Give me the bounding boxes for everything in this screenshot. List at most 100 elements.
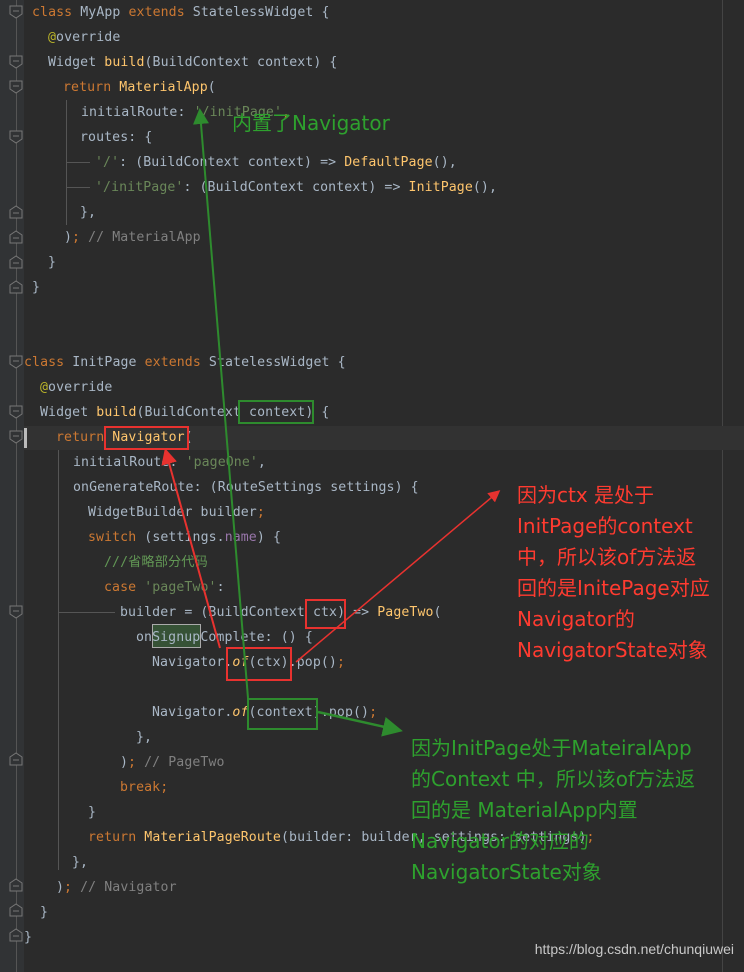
code-line[interactable]: return MaterialApp( xyxy=(63,75,216,100)
code-text: StatelessWidget { xyxy=(184,5,330,20)
fold-collapse-icon[interactable] xyxy=(9,605,23,619)
code-text: (settings. xyxy=(136,530,225,545)
annotation-red-explanation: 因为ctx 是处于 InitPage的context 中，所以该of方法返 回的… xyxy=(517,483,710,662)
code-line[interactable]: } xyxy=(88,800,96,825)
fold-expand-end-icon[interactable] xyxy=(9,230,23,244)
code-line[interactable]: WidgetBuilder builder; xyxy=(88,500,265,525)
punctuation: ; xyxy=(72,230,81,245)
watermark: https://blog.csdn.net/chunqiuwei xyxy=(534,941,734,957)
keyword: break xyxy=(120,780,161,795)
punctuation: ; xyxy=(64,880,73,895)
keyword: extends xyxy=(144,355,201,370)
fold-collapse-icon[interactable] xyxy=(9,130,23,144)
code-text: Navigator. xyxy=(152,705,233,720)
code-line[interactable]: } xyxy=(32,275,40,300)
code-text: StatelessWidget { xyxy=(200,355,346,370)
code-line[interactable]: }, xyxy=(72,850,88,875)
code-line[interactable]: '/': (BuildContext context) => DefaultPa… xyxy=(95,150,457,175)
highlight-box-navigator xyxy=(104,426,189,450)
code-text: Complete: () { xyxy=(200,630,313,645)
fold-expand-end-icon[interactable] xyxy=(9,280,23,294)
fold-expand-end-icon[interactable] xyxy=(9,255,23,269)
punctuation: ; xyxy=(128,755,137,770)
fold-collapse-icon[interactable] xyxy=(9,355,23,369)
code-line[interactable]: } xyxy=(48,250,56,275)
keyword: return xyxy=(63,80,112,95)
code-text: ) xyxy=(56,880,65,895)
code-text: (), xyxy=(432,155,457,170)
code-line[interactable]: }, xyxy=(136,725,152,750)
fold-guide-line xyxy=(16,0,17,972)
code-text: } xyxy=(88,805,97,820)
code-line[interactable]: @override xyxy=(40,375,112,400)
code-text: ( xyxy=(207,80,216,95)
editor-gutter xyxy=(0,0,24,972)
code-line[interactable]: }, xyxy=(80,200,96,225)
function-name: build xyxy=(104,55,145,70)
code-line[interactable]: ///省略部分代码 xyxy=(104,550,208,575)
code-line[interactable]: } xyxy=(24,925,32,950)
property: name xyxy=(224,530,257,545)
code-text: , xyxy=(257,455,266,470)
fold-expand-end-icon[interactable] xyxy=(9,903,23,917)
code-text: MyApp xyxy=(72,5,129,20)
code-text: (BuildContext context) { xyxy=(144,55,338,70)
fold-expand-end-icon[interactable] xyxy=(9,878,23,892)
keyword: class xyxy=(32,5,73,20)
function-name: PageTwo xyxy=(377,605,434,620)
code-line[interactable]: } xyxy=(40,900,48,925)
code-line[interactable]: Widget build(BuildContext context) { xyxy=(48,50,337,75)
highlight-box-of-ctx xyxy=(226,647,292,681)
keyword: class xyxy=(24,355,65,370)
code-line[interactable]: ); // MaterialApp xyxy=(64,225,201,250)
fold-collapse-icon[interactable] xyxy=(9,405,23,419)
code-text: : xyxy=(216,580,225,595)
code-line[interactable]: switch (settings.name) { xyxy=(88,525,281,550)
string-literal: '/initPage' xyxy=(95,180,184,195)
function-name: InitPage xyxy=(408,180,473,195)
right-margin-guide xyxy=(722,0,723,972)
code-line[interactable]: @override xyxy=(48,25,120,50)
code-text: } xyxy=(48,255,57,270)
fold-expand-end-icon[interactable] xyxy=(9,928,23,942)
code-text: onGenerateRoute: (RouteSettings settings… xyxy=(73,480,419,495)
code-line[interactable]: break; xyxy=(120,775,168,800)
code-line[interactable]: initialRoute: 'pageOne', xyxy=(73,450,266,475)
code-line[interactable]: builder = (BuildContext ctx) => PageTwo( xyxy=(120,600,442,625)
comment: // MaterialApp xyxy=(80,230,201,245)
fold-collapse-icon[interactable] xyxy=(9,55,23,69)
punctuation: ; xyxy=(336,655,345,670)
code-text: Widget xyxy=(40,405,97,420)
code-line[interactable]: ); // Navigator xyxy=(56,875,177,900)
caret-marker xyxy=(24,428,27,448)
comment: // PageTwo xyxy=(136,755,225,770)
comment: // Navigator xyxy=(72,880,177,895)
fold-expand-end-icon[interactable] xyxy=(9,205,23,219)
code-text: : (BuildContext context) => xyxy=(183,180,409,195)
fold-collapse-icon[interactable] xyxy=(9,80,23,94)
code-line[interactable]: class InitPage extends StatelessWidget { xyxy=(24,350,346,375)
code-line[interactable]: ); // PageTwo xyxy=(120,750,225,775)
indent-guide xyxy=(66,162,90,163)
code-line[interactable]: routes: { xyxy=(80,125,152,150)
fold-expand-end-icon[interactable] xyxy=(9,752,23,766)
highlight-box-ctx-param xyxy=(305,599,346,629)
code-text: } xyxy=(32,280,41,295)
code-text: routes: { xyxy=(80,130,153,145)
indent-guide xyxy=(66,187,90,188)
code-text: initialRoute: xyxy=(73,455,186,470)
string-literal: 'pageOne' xyxy=(185,455,258,470)
code-text: } xyxy=(40,905,49,920)
fold-collapse-icon[interactable] xyxy=(9,5,23,19)
code-text: : (BuildContext context) => xyxy=(119,155,345,170)
code-line[interactable]: onGenerateRoute: (RouteSettings settings… xyxy=(73,475,419,500)
string-literal: '/' xyxy=(95,155,120,170)
code-line[interactable]: case 'pageTwo': xyxy=(104,575,225,600)
string-literal: 'pageTwo' xyxy=(144,580,217,595)
code-text: } xyxy=(24,930,33,945)
code-line[interactable]: '/initPage': (BuildContext context) => I… xyxy=(95,175,497,200)
function-name: DefaultPage xyxy=(344,155,433,170)
fold-collapse-icon[interactable] xyxy=(9,430,23,444)
code-line[interactable]: class MyApp extends StatelessWidget { xyxy=(32,0,329,25)
